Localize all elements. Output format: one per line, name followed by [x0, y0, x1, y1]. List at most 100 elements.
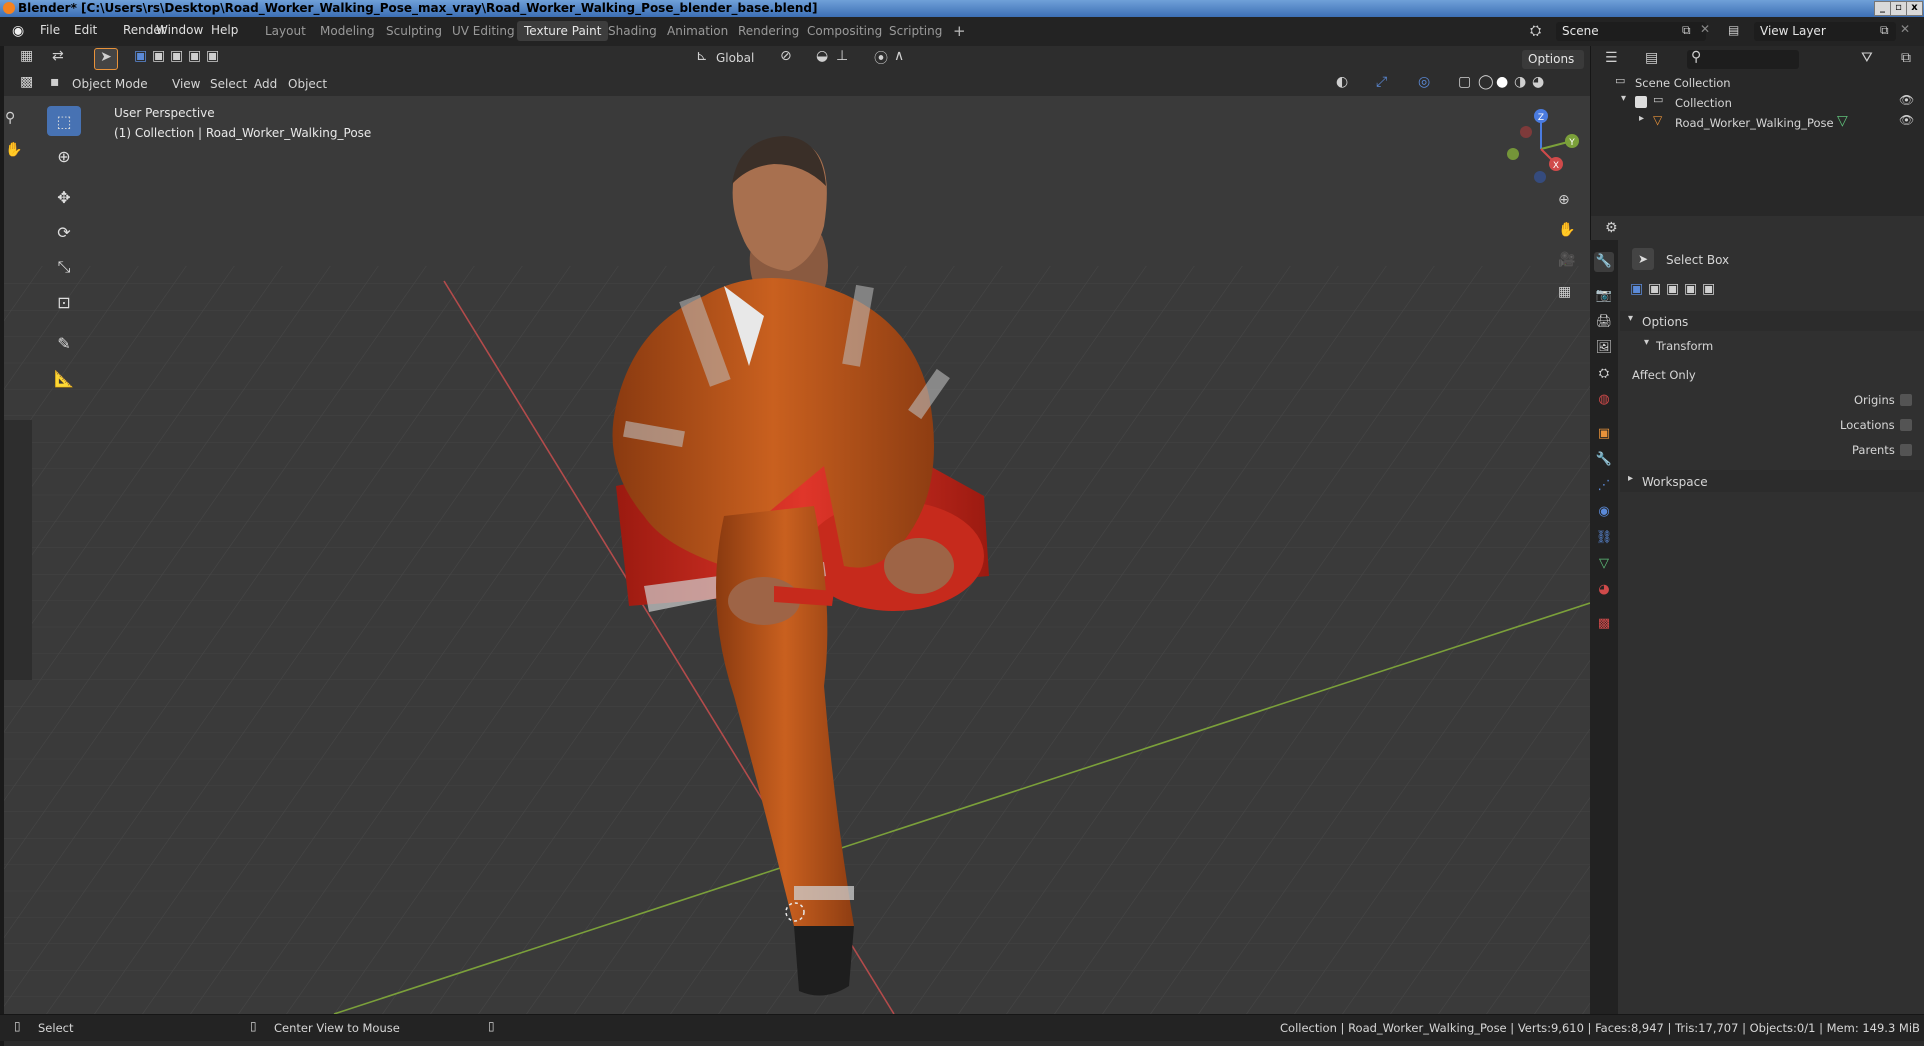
scene-icon[interactable]: ⛭ — [1530, 23, 1541, 39]
blender-menu-icon[interactable]: ◉ — [12, 23, 24, 39]
mode-subtract-icon[interactable]: ▣ — [1666, 281, 1679, 297]
new-collection-icon[interactable]: ⧉ — [1901, 50, 1911, 66]
proportional-edit-icon[interactable]: ⦿ — [874, 48, 888, 68]
outliner-collection[interactable]: Collection — [1675, 96, 1732, 110]
particles-tab-icon[interactable]: ⋰ — [1594, 476, 1614, 496]
orientation-dropdown[interactable]: Global — [716, 51, 754, 65]
add-workspace-button[interactable]: + — [946, 21, 973, 41]
new-scene-icon[interactable]: ⧉ — [1682, 23, 1691, 38]
viewport-menu-select[interactable]: Select — [210, 77, 247, 91]
modifiers-tab-icon[interactable]: 🔧 — [1594, 450, 1614, 470]
tab-layout[interactable]: Layout — [258, 21, 313, 41]
options-header[interactable]: Options — [1642, 315, 1688, 329]
tool-tab-icon[interactable]: 🔧 — [1594, 252, 1614, 272]
object-tab-icon[interactable]: ▣ — [1594, 424, 1614, 444]
new-view-layer-icon[interactable]: ⧉ — [1880, 23, 1889, 38]
delete-view-layer-icon[interactable]: ✕ — [1900, 22, 1910, 36]
select-tool-icon[interactable]: ➤ — [94, 48, 118, 70]
parents-checkbox[interactable] — [1900, 444, 1912, 456]
filter-icon[interactable]: ⛛ — [1861, 50, 1873, 66]
data-tab-icon[interactable]: ▽ — [1594, 554, 1614, 574]
minimize-button[interactable]: _ — [1874, 1, 1891, 16]
tab-animation[interactable]: Animation — [660, 21, 735, 41]
viewport-menu-add[interactable]: Add — [254, 77, 277, 91]
tool-transform-icon[interactable]: ⇄ — [52, 48, 64, 64]
display-mode-icon[interactable]: ▤ — [1645, 50, 1658, 66]
tab-texture-paint[interactable]: Texture Paint — [517, 21, 609, 41]
collection-expand-icon[interactable]: ▾ — [1621, 93, 1626, 104]
move-tool[interactable]: ✥ — [47, 182, 81, 212]
tab-compositing[interactable]: Compositing — [800, 21, 889, 41]
object-expand-icon[interactable]: ▸ — [1639, 113, 1644, 124]
tab-sculpting[interactable]: Sculpting — [379, 21, 449, 41]
menu-file[interactable]: File — [40, 23, 60, 37]
select-mode-extend-icon[interactable]: ▣ — [152, 48, 165, 64]
material-shading-icon[interactable]: ◑ — [1514, 74, 1526, 90]
physics-tab-icon[interactable]: ◉ — [1594, 502, 1614, 522]
material-tab-icon[interactable]: ◕ — [1594, 580, 1614, 600]
camera-view-icon[interactable]: 🎥 — [1558, 252, 1575, 268]
mode-difference-icon[interactable]: ▣ — [1684, 281, 1697, 297]
origins-checkbox[interactable] — [1900, 394, 1912, 406]
output-tab-icon[interactable]: 🖨 — [1594, 312, 1614, 332]
mode-set-icon[interactable]: ▣ — [1630, 281, 1643, 297]
view-layer-icon[interactable]: ▤ — [1728, 23, 1739, 37]
mode-extend-icon[interactable]: ▣ — [1648, 281, 1661, 297]
overlay-toggle-icon[interactable]: ◎ — [1418, 74, 1430, 90]
menu-window[interactable]: Window — [156, 23, 203, 37]
wireframe-shading-icon[interactable]: ◯ — [1478, 74, 1494, 90]
select-mode-new-icon[interactable]: ▣ — [134, 48, 147, 64]
close-button[interactable]: x — [1906, 1, 1923, 16]
options-expand-icon[interactable]: ▾ — [1628, 313, 1633, 324]
outliner-editor-icon[interactable]: ☰ — [1605, 50, 1618, 66]
view-layer-field[interactable]: View Layer — [1754, 22, 1896, 41]
visibility-icon[interactable]: ◐ — [1336, 74, 1348, 90]
pan-hand-icon[interactable]: ✋ — [5, 142, 22, 158]
constraints-tab-icon[interactable]: ⛓ — [1594, 528, 1614, 548]
options-dropdown[interactable]: Options — [1522, 50, 1584, 69]
pan-icon[interactable]: ✋ — [1558, 222, 1575, 238]
workspace-expand-icon[interactable]: ▸ — [1628, 473, 1633, 484]
workspace-header[interactable]: Workspace — [1642, 475, 1708, 489]
collection-visibility-icon[interactable]: 👁 — [1899, 93, 1914, 107]
grid-icon[interactable]: ▩ — [20, 74, 33, 90]
view-layer-tab-icon[interactable]: 🖼 — [1594, 338, 1614, 358]
pivot-icon[interactable]: ⊘ — [780, 48, 792, 64]
tab-shading[interactable]: Shading — [601, 21, 664, 41]
left-region-scrollbar[interactable] — [4, 420, 32, 680]
texture-tab-icon[interactable]: ▩ — [1594, 614, 1614, 634]
menu-help[interactable]: Help — [211, 23, 238, 37]
annotate-tool[interactable]: ✎ — [47, 328, 81, 358]
select-mode-intersect-icon[interactable]: ▣ — [206, 48, 219, 64]
tab-uv-editing[interactable]: UV Editing — [445, 21, 522, 41]
transform-expand-icon[interactable]: ▾ — [1644, 337, 1649, 348]
snap-icon[interactable]: ◒ — [816, 48, 828, 64]
rotate-tool[interactable]: ⟳ — [47, 217, 81, 247]
measure-tool[interactable]: 📐 — [47, 363, 81, 393]
transform-subheader[interactable]: Transform — [1656, 339, 1713, 353]
viewport-menu-view[interactable]: View — [172, 77, 200, 91]
falloff-icon[interactable]: ∧ — [894, 48, 904, 64]
transform-tool[interactable]: ⊡ — [47, 287, 81, 317]
mode-intersect-icon[interactable]: ▣ — [1702, 281, 1715, 297]
rendered-shading-icon[interactable]: ◕ — [1532, 74, 1544, 90]
delete-scene-icon[interactable]: ✕ — [1700, 22, 1710, 36]
viewport-menu-object[interactable]: Object — [288, 77, 327, 91]
locations-checkbox[interactable] — [1900, 419, 1912, 431]
gizmo-toggle-icon[interactable]: ⤢ — [1376, 74, 1387, 90]
solid-shading-icon[interactable]: ● — [1496, 74, 1508, 90]
editor-type-icon[interactable]: ▦ — [20, 48, 33, 64]
tab-rendering[interactable]: Rendering — [731, 21, 806, 41]
world-tab-icon[interactable]: ◍ — [1594, 390, 1614, 410]
select-mode-invert-icon[interactable]: ▣ — [188, 48, 201, 64]
scale-tool[interactable]: ⤡ — [47, 252, 81, 282]
xray-icon[interactable]: ▢ — [1458, 74, 1471, 90]
scene-tab-icon[interactable]: ⛭ — [1594, 364, 1614, 384]
cursor-tool[interactable]: ⊕ — [47, 141, 81, 171]
3d-viewport[interactable] — [4, 46, 1590, 1014]
properties-editor-icon[interactable]: ⚙ — [1605, 220, 1618, 236]
outliner-search-field[interactable] — [1687, 50, 1799, 69]
outliner-object[interactable]: Road_Worker_Walking_Pose — [1675, 116, 1834, 130]
maximize-button[interactable]: ▫ — [1890, 1, 1907, 16]
orientation-icon[interactable]: ⊾ — [696, 48, 708, 64]
